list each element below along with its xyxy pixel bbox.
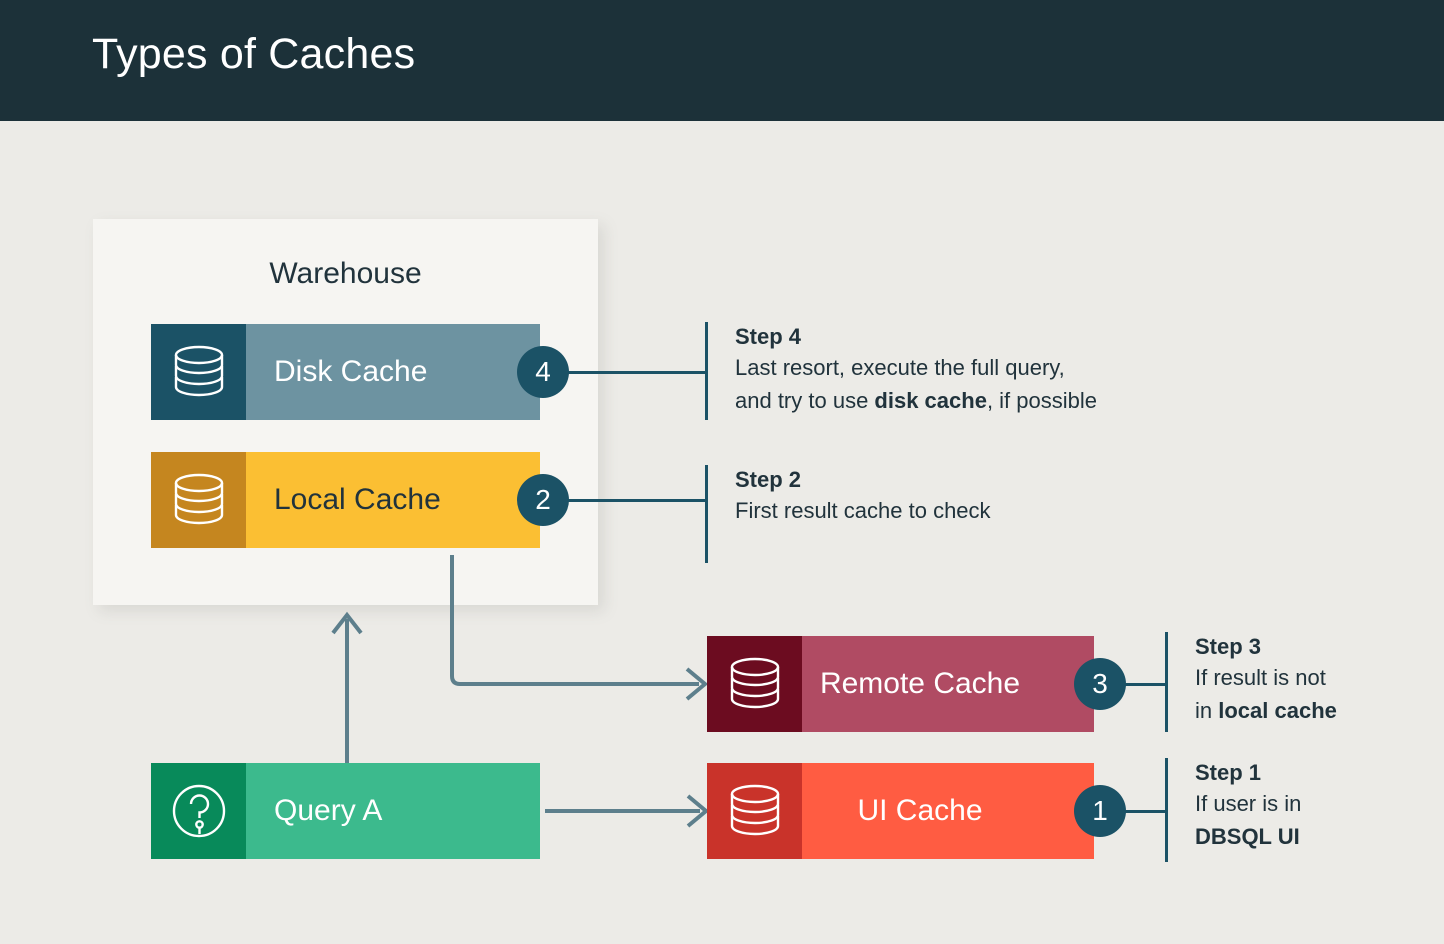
step-3-line2-prefix: in bbox=[1195, 698, 1218, 723]
database-icon bbox=[729, 656, 781, 712]
step-3-description: If result is not in local cache bbox=[1195, 661, 1337, 728]
step-3-block: Step 3 If result is not in local cache bbox=[1165, 632, 1337, 728]
connector-line-step-3 bbox=[1122, 683, 1167, 686]
ui-cache-label: UI Cache bbox=[857, 794, 982, 828]
disk-cache-label: Disk Cache bbox=[246, 355, 427, 389]
step-3-line1: If result is not bbox=[1195, 665, 1326, 690]
query-a-label: Query A bbox=[246, 794, 382, 828]
query-a-body: Query A bbox=[246, 763, 540, 859]
page-title: Types of Caches bbox=[92, 30, 415, 79]
ui-cache-bar[interactable]: UI Cache bbox=[707, 763, 1094, 859]
step-3-line2-bold: local cache bbox=[1218, 698, 1337, 723]
local-cache-icon-panel bbox=[151, 452, 246, 548]
remote-cache-body: Remote Cache bbox=[802, 636, 1094, 732]
step-1-line1: If user is in bbox=[1195, 791, 1301, 816]
arrow-query-to-ui-cache bbox=[540, 790, 715, 832]
step-4-description: Last resort, execute the full query, and… bbox=[735, 351, 1097, 418]
database-icon bbox=[173, 472, 225, 528]
disk-cache-body: Disk Cache bbox=[246, 324, 540, 420]
database-icon bbox=[173, 344, 225, 400]
step-1-title: Step 1 bbox=[1195, 758, 1301, 787]
step-3-title: Step 3 bbox=[1195, 632, 1337, 661]
step-2-line1: First result cache to check bbox=[735, 498, 991, 523]
step-2-bracket bbox=[705, 465, 708, 563]
remote-cache-icon-panel bbox=[707, 636, 802, 732]
question-mark-circle-icon bbox=[170, 782, 228, 840]
disk-cache-icon-panel bbox=[151, 324, 246, 420]
step-badge-1[interactable]: 1 bbox=[1074, 785, 1126, 837]
step-2-title: Step 2 bbox=[735, 465, 991, 494]
step-4-block: Step 4 Last resort, execute the full que… bbox=[705, 322, 1097, 418]
remote-cache-label: Remote Cache bbox=[820, 667, 1020, 701]
local-cache-body: Local Cache bbox=[246, 452, 540, 548]
step-badge-3[interactable]: 3 bbox=[1074, 658, 1126, 710]
step-badge-4[interactable]: 4 bbox=[517, 346, 569, 398]
step-4-line2-bold: disk cache bbox=[874, 388, 987, 413]
connector-line-step-1 bbox=[1122, 810, 1167, 813]
warehouse-label: Warehouse bbox=[93, 257, 598, 291]
step-1-description: If user is in DBSQL UI bbox=[1195, 787, 1301, 854]
step-badge-2[interactable]: 2 bbox=[517, 474, 569, 526]
step-2-block: Step 2 First result cache to check bbox=[705, 465, 991, 527]
ui-cache-icon-panel bbox=[707, 763, 802, 859]
database-icon bbox=[729, 783, 781, 839]
step-4-line1: Last resort, execute the full query, bbox=[735, 355, 1065, 380]
remote-cache-bar[interactable]: Remote Cache bbox=[707, 636, 1094, 732]
query-a-icon-panel bbox=[151, 763, 246, 859]
local-cache-bar[interactable]: Local Cache bbox=[151, 452, 540, 548]
ui-cache-body: UI Cache bbox=[802, 763, 1094, 859]
step-4-title: Step 4 bbox=[735, 322, 1097, 351]
step-1-line2-bold: DBSQL UI bbox=[1195, 824, 1300, 849]
connector-line-step-4 bbox=[565, 371, 707, 374]
step-1-block: Step 1 If user is in DBSQL UI bbox=[1165, 758, 1301, 854]
arrow-query-to-warehouse bbox=[325, 605, 371, 765]
disk-cache-bar[interactable]: Disk Cache bbox=[151, 324, 540, 420]
step-4-line2-suffix: , if possible bbox=[987, 388, 1097, 413]
step-2-description: First result cache to check bbox=[735, 494, 991, 527]
step-3-bracket bbox=[1165, 632, 1168, 732]
step-4-bracket bbox=[705, 322, 708, 420]
query-a-bar[interactable]: Query A bbox=[151, 763, 540, 859]
arrow-local-cache-to-remote-cache bbox=[435, 555, 720, 700]
step-1-bracket bbox=[1165, 758, 1168, 862]
step-4-line2-prefix: and try to use bbox=[735, 388, 874, 413]
local-cache-label: Local Cache bbox=[246, 483, 441, 517]
connector-line-step-2 bbox=[565, 499, 707, 502]
